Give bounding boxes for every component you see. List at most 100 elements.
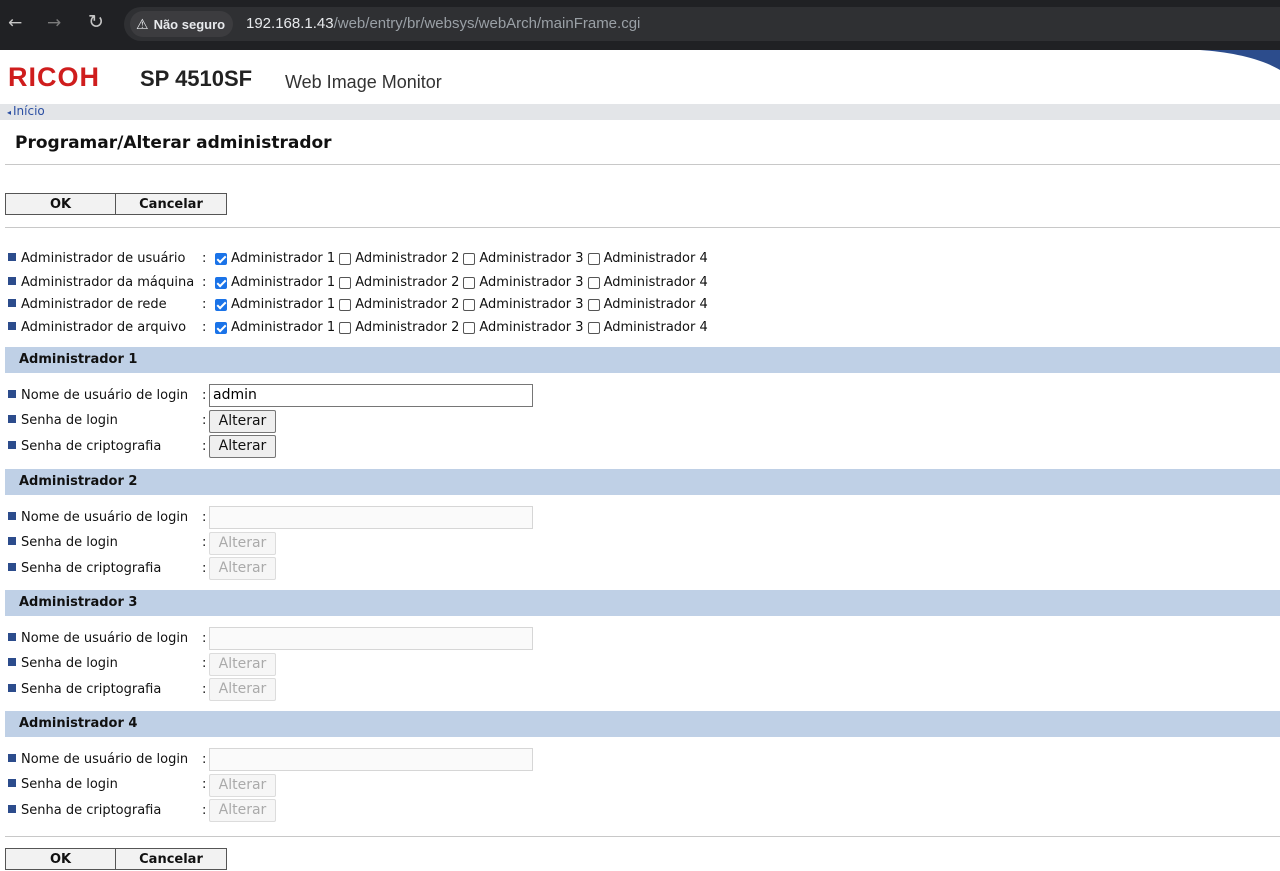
colon: : [202, 510, 207, 525]
colon: : [202, 682, 207, 697]
cancel-button[interactable]: Cancelar [116, 193, 227, 215]
reload-icon[interactable]: ↻ [88, 11, 104, 33]
username-field[interactable]: admin [209, 384, 533, 407]
bullet-icon [8, 322, 16, 330]
admin-checkbox[interactable] [587, 277, 600, 289]
username-field[interactable] [209, 506, 533, 529]
admin-checkbox[interactable] [463, 277, 476, 289]
bullet-icon [8, 805, 16, 813]
login-password-row: Senha de login: [8, 775, 208, 795]
admin-section-title: Administrador 1 [19, 352, 138, 367]
checkbox-label: Administrador 2 [355, 275, 460, 290]
admin-checkbox[interactable] [215, 253, 227, 265]
colon: : [202, 656, 207, 671]
url-path: /web/entry/br/websys/webArch/mainFrame.c… [333, 15, 641, 32]
admin-checkbox[interactable] [463, 299, 476, 311]
admin-checkbox[interactable] [215, 322, 227, 334]
admin-section-header: Administrador 1 [5, 347, 1280, 373]
login-password-label: Senha de login [21, 777, 118, 792]
bullet-icon [8, 563, 16, 571]
admin-checkbox[interactable] [587, 253, 600, 265]
model-name: SP 4510SF [140, 66, 253, 91]
bullet-icon [8, 658, 16, 666]
checkbox-label: Administrador 4 [603, 320, 708, 335]
address-bar[interactable]: ⚠ Não seguro 192.168.1.43/web/entry/br/we… [124, 7, 1280, 41]
assignment-label: Administrador da máquina [21, 275, 195, 290]
colon: : [202, 439, 207, 454]
change-login-password-button[interactable]: Alterar [209, 410, 276, 433]
breadcrumb-home-link[interactable]: ◂ Início [7, 104, 45, 118]
top-action-buttons: OK Cancelar [5, 193, 227, 215]
admin-section-header: Administrador 2 [5, 469, 1280, 495]
crypto-password-row: Senha de criptografia: [8, 680, 208, 700]
username-row: Nome de usuário de login: [8, 508, 208, 528]
admin-checkbox[interactable] [587, 299, 600, 311]
login-password-label: Senha de login [21, 413, 118, 428]
bottom-action-buttons: OK Cancelar [5, 848, 227, 870]
app-name: Web Image Monitor [285, 72, 442, 92]
crypto-password-label: Senha de criptografia [21, 682, 162, 697]
admin-checkbox[interactable] [463, 253, 476, 265]
bullet-icon [8, 633, 16, 641]
change-crypto-password-button[interactable]: Alterar [209, 435, 276, 458]
colon: : [202, 752, 207, 767]
security-chip[interactable]: ⚠ Não seguro [130, 11, 234, 37]
bullet-icon [8, 779, 16, 787]
crypto-password-label: Senha de criptografia [21, 439, 162, 454]
colon: : [202, 275, 207, 290]
colon: : [202, 297, 207, 312]
checkbox-label: Administrador 4 [603, 275, 708, 290]
username-field[interactable] [209, 748, 533, 771]
checkbox-label: Administrador 1 [231, 251, 336, 266]
change-login-password-button[interactable]: Alterar [209, 653, 276, 676]
divider [5, 836, 1280, 837]
colon: : [202, 388, 207, 403]
change-crypto-password-button[interactable]: Alterar [209, 799, 276, 822]
bullet-icon [8, 441, 16, 449]
assignment-label: Administrador de usuário [21, 251, 186, 266]
checkbox-label: Administrador 1 [231, 297, 336, 312]
change-login-password-button[interactable]: Alterar [209, 532, 276, 555]
checkbox-label: Administrador 3 [479, 297, 584, 312]
username-label: Nome de usuário de login [21, 510, 189, 525]
username-label: Nome de usuário de login [21, 631, 189, 646]
admin-checkbox[interactable] [339, 253, 352, 265]
change-crypto-password-button[interactable]: Alterar [209, 678, 276, 701]
bullet-icon [8, 684, 16, 692]
cancel-button-bottom[interactable]: Cancelar [116, 848, 227, 870]
admin-checkbox[interactable] [463, 322, 476, 334]
bullet-icon [8, 415, 16, 423]
checkbox-label: Administrador 3 [479, 320, 584, 335]
login-password-row: Senha de login: [8, 411, 208, 431]
back-icon[interactable]: ← [8, 13, 22, 33]
page-title: Programar/Alterar administrador [15, 133, 332, 153]
username-field[interactable] [209, 627, 533, 650]
admin-section-title: Administrador 4 [19, 716, 138, 731]
checkbox-label: Administrador 1 [231, 320, 336, 335]
admin-checkbox[interactable] [339, 322, 352, 334]
admin-section-title: Administrador 2 [19, 474, 138, 489]
crypto-password-row: Senha de criptografia: [8, 559, 208, 579]
divider [5, 227, 1280, 228]
admin-checkbox[interactable] [339, 299, 352, 311]
admin-checkbox[interactable] [339, 277, 352, 289]
login-password-row: Senha de login: [8, 533, 208, 553]
admin-checkbox[interactable] [215, 299, 227, 311]
crypto-password-label: Senha de criptografia [21, 803, 162, 818]
change-crypto-password-button[interactable]: Alterar [209, 557, 276, 580]
crypto-password-row: Senha de criptografia: [8, 437, 208, 457]
username-row: Nome de usuário de login: [8, 629, 208, 649]
ok-button[interactable]: OK [5, 193, 116, 215]
checkbox-label: Administrador 4 [603, 251, 708, 266]
browser-toolbar: ← → ↻ ⚠ Não seguro 192.168.1.43/web/entry… [0, 0, 1280, 50]
change-login-password-button[interactable]: Alterar [209, 774, 276, 797]
forward-icon[interactable]: → [47, 13, 61, 33]
admin-checkbox[interactable] [587, 322, 600, 334]
url-text[interactable]: 192.168.1.43/web/entry/br/websys/webArch… [246, 15, 640, 32]
admin-checkbox[interactable] [215, 277, 227, 289]
header-swoosh [1200, 50, 1280, 70]
colon: : [202, 251, 207, 266]
divider [5, 164, 1280, 165]
ok-button-bottom[interactable]: OK [5, 848, 116, 870]
login-password-row: Senha de login: [8, 654, 208, 674]
